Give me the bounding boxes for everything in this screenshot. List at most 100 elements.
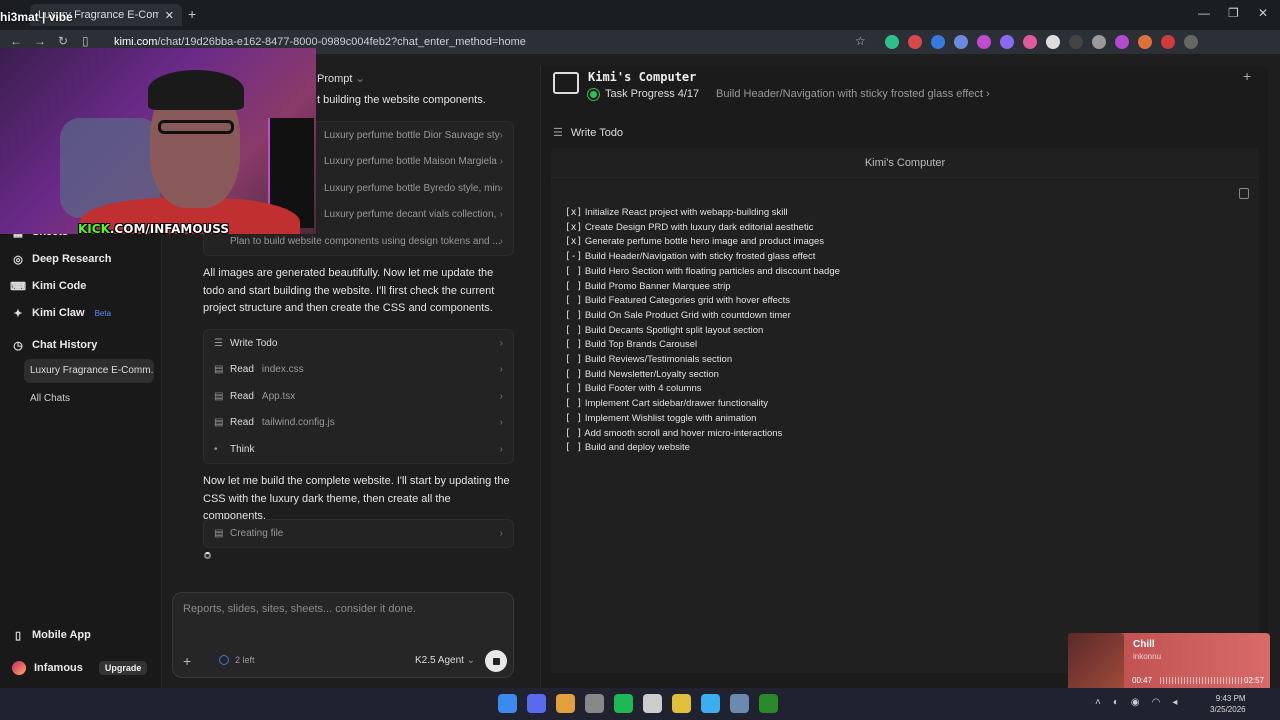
extensions-puzzle-icon[interactable]: [1184, 35, 1198, 49]
app-icon[interactable]: [730, 694, 749, 713]
close-icon[interactable]: ✕: [165, 9, 174, 22]
obs-icon[interactable]: [585, 694, 604, 713]
kimi-computer-panel: Kimi's Computer Task Progress 4/17 Build…: [540, 66, 1268, 688]
extension-icon[interactable]: [1092, 35, 1106, 49]
sidebar-item-kimi-claw[interactable]: ✦ Kimi Claw Beta: [12, 307, 112, 320]
sidebar-item-deep-research[interactable]: ◎ Deep Research: [12, 253, 112, 266]
all-chats-link[interactable]: All Chats: [30, 393, 70, 404]
beta-badge: Beta: [94, 308, 112, 318]
tray-app-icon[interactable]: ◐: [1113, 697, 1119, 708]
todo-status-mark: [ ]: [565, 412, 583, 424]
tool-step-write-todo[interactable]: ☰ Write Todo ›: [204, 330, 513, 357]
extension-icon[interactable]: [1046, 35, 1060, 49]
extension-icon[interactable]: [977, 35, 991, 49]
extension-icon[interactable]: [885, 35, 899, 49]
chevron-up-icon[interactable]: ˄: [1095, 697, 1101, 708]
copy-icon[interactable]: [1239, 188, 1249, 199]
todo-item: [ ] Build Footer with 4 columns: [565, 382, 840, 397]
webcam-overlay: [0, 48, 316, 234]
todo-panel: Kimi's Computer [x] Initialize React pro…: [551, 148, 1259, 673]
todo-status-mark: [ ]: [565, 398, 583, 410]
todo-list: [x] Initialize React project with webapp…: [565, 206, 840, 456]
file-icon: ▤: [214, 417, 224, 429]
back-icon[interactable]: ←: [10, 34, 22, 48]
extension-icon[interactable]: [908, 35, 922, 49]
github-icon[interactable]: [643, 694, 662, 713]
clock-icon: ◷: [13, 339, 23, 352]
tray-app-icon[interactable]: ◉: [1131, 697, 1140, 708]
discord-icon[interactable]: [527, 694, 546, 713]
todo-text: Build Featured Categories grid with hove…: [584, 295, 791, 307]
chat-input[interactable]: Reports, slides, sites, sheets... consid…: [183, 603, 416, 615]
kick-url: .COM/INFAMOUSS: [109, 222, 230, 236]
tool-step-read[interactable]: ▤ Read tailwind.config.js ›: [204, 410, 513, 437]
loading-spinner: [204, 552, 211, 559]
chevron-right-icon: ›: [499, 390, 503, 402]
add-icon[interactable]: +: [1243, 68, 1251, 84]
terminal-icon[interactable]: [759, 694, 778, 713]
clock-date: 3/25/2026: [1210, 705, 1246, 714]
todo-item: [ ] Build Hero Section with floating par…: [565, 265, 840, 280]
todo-text: Build Promo Banner Marquee strip: [584, 280, 731, 292]
sidebar-item-kimi-code[interactable]: ⌨ Kimi Code: [10, 280, 87, 293]
prompt-header[interactable]: Prompt ⌄: [317, 72, 365, 85]
window-close-icon[interactable]: ✕: [1258, 6, 1268, 20]
plan-label: Plan to build website components using d…: [230, 235, 500, 247]
upgrade-button[interactable]: Upgrade: [98, 661, 148, 675]
user-profile[interactable]: Infamous Upgrade ⌄: [12, 661, 175, 675]
extension-icon[interactable]: [1115, 35, 1129, 49]
extension-icon[interactable]: [931, 35, 945, 49]
star-icon[interactable]: ☆: [855, 34, 866, 48]
new-tab-icon[interactable]: +: [188, 6, 196, 22]
minimize-icon[interactable]: —: [1198, 6, 1210, 20]
volume-icon[interactable]: ◂: [1172, 697, 1177, 708]
chevron-right-icon: ›: [986, 88, 990, 100]
spotify-icon[interactable]: [614, 694, 633, 713]
todo-item: [ ] Build On Sale Product Grid with coun…: [565, 309, 840, 324]
file-icon: ▤: [214, 364, 224, 376]
kick-brand: KICK: [78, 222, 110, 236]
chat-input-box[interactable]: Reports, slides, sites, sheets... consid…: [172, 592, 514, 678]
url-path: /chat/19d26bba-e162-8477-8000-0989c004fe…: [157, 36, 526, 48]
system-clock[interactable]: 9:43 PM 3/25/2026: [1210, 693, 1246, 715]
tool-step-read[interactable]: ▤ Read App.tsx ›: [204, 383, 513, 410]
waveform[interactable]: [1160, 677, 1242, 684]
sidebar-item-chat-history[interactable]: ◷ Chat History: [12, 339, 97, 352]
extension-icon[interactable]: [1138, 35, 1152, 49]
todo-text: Build On Sale Product Grid with countdow…: [584, 309, 791, 321]
stop-button[interactable]: [485, 650, 507, 672]
wifi-icon[interactable]: ◠: [1152, 697, 1161, 708]
agent-selector[interactable]: K2.5 Agent ⌄: [415, 655, 475, 666]
sidebar-toggle-icon[interactable]: ▯: [82, 34, 89, 48]
forward-icon[interactable]: →: [34, 34, 46, 48]
tool-step-read[interactable]: ▤ Read index.css ›: [204, 357, 513, 384]
mobile-app-label: Mobile App: [32, 629, 91, 641]
mobile-app-link[interactable]: ▯ Mobile App: [12, 629, 91, 642]
creating-file-row[interactable]: ▤ Creating file ›: [204, 520, 513, 547]
quota-icon: [219, 655, 229, 665]
todo-text: Build Footer with 4 columns: [584, 383, 702, 395]
reload-icon[interactable]: ↻: [58, 34, 68, 48]
extension-icon[interactable]: [954, 35, 968, 49]
chrome-icon[interactable]: [556, 694, 575, 713]
windows-start-icon[interactable]: [498, 694, 517, 713]
folder-icon[interactable]: [672, 694, 691, 713]
chat-history-item-active[interactable]: Luxury Fragrance E-Comm...: [24, 359, 154, 383]
sidebar-item-label: Kimi Code: [32, 280, 87, 292]
taskbar-icons: [498, 694, 778, 713]
current-step-link[interactable]: Build Header/Navigation with sticky fros…: [716, 88, 990, 100]
add-attachment-icon[interactable]: +: [183, 653, 191, 669]
tool-step-think[interactable]: • Think ›: [204, 436, 513, 463]
music-widget[interactable]: Chill inkonnu 00:47 02:57: [1068, 633, 1270, 695]
extension-icon[interactable]: [1000, 35, 1014, 49]
extension-icon[interactable]: [1161, 35, 1175, 49]
computer-title: Kimi's Computer: [588, 70, 697, 84]
tool-step-file: index.css: [261, 364, 304, 376]
telegram-icon[interactable]: [701, 694, 720, 713]
extension-icon[interactable]: [1069, 35, 1083, 49]
todo-item: [-] Build Header/Navigation with sticky …: [565, 250, 840, 265]
sidebar-item-label: Deep Research: [32, 253, 112, 265]
extension-icon[interactable]: [1023, 35, 1037, 49]
computer-icon: [553, 72, 579, 94]
maximize-icon[interactable]: ❐: [1228, 6, 1239, 20]
